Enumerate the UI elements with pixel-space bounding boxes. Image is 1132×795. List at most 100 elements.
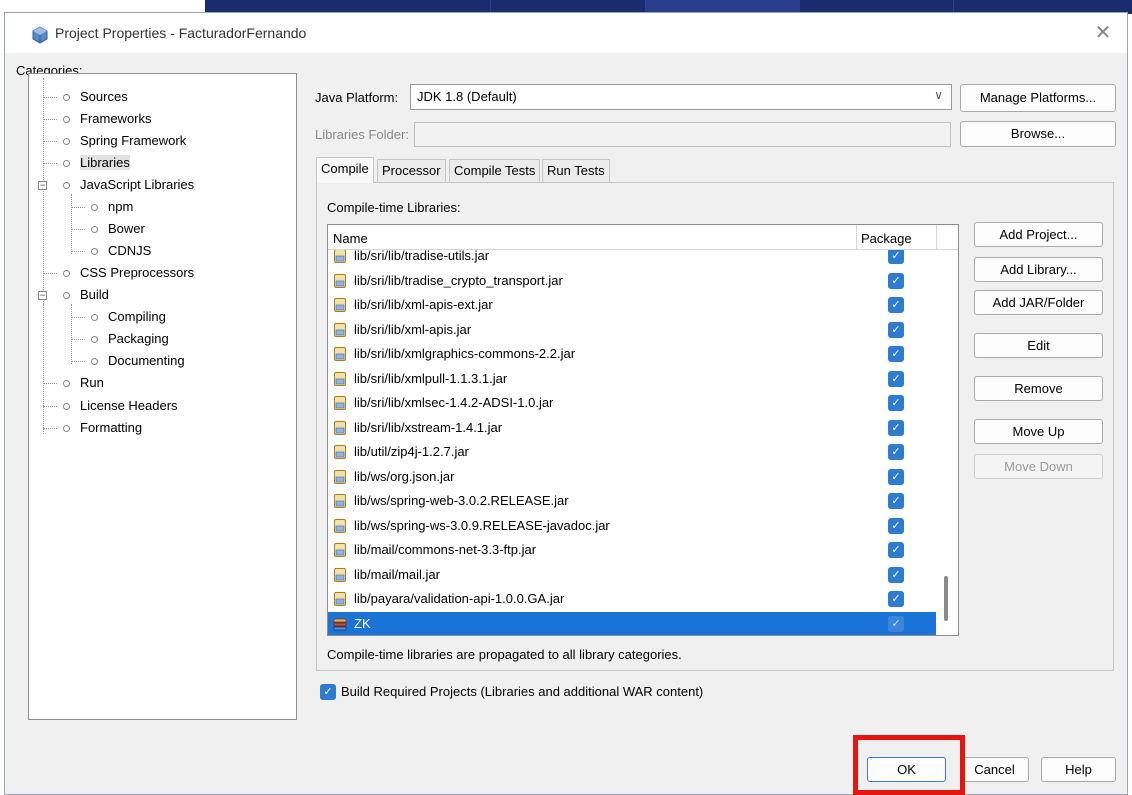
add-project-button[interactable]: Add Project... bbox=[974, 222, 1103, 247]
node-icon bbox=[63, 380, 70, 388]
table-row[interactable]: lib/sri/lib/xml-apis-ext.jar ✓ bbox=[328, 293, 936, 317]
tree-item-spring-framework[interactable]: Spring Framework bbox=[43, 131, 186, 151]
table-row[interactable]: lib/ws/spring-ws-3.0.9.RELEASE-javadoc.j… bbox=[328, 514, 936, 538]
tree-item-libraries[interactable]: Libraries bbox=[43, 153, 130, 173]
package-checkbox[interactable]: ✓ bbox=[888, 493, 904, 509]
tab-run-tests[interactable]: Run Tests bbox=[542, 159, 610, 183]
tree-item-cdnjs[interactable]: CDNJS bbox=[71, 241, 151, 261]
package-checkbox[interactable]: ✓ bbox=[888, 591, 904, 607]
add-library-button[interactable]: Add Library... bbox=[974, 257, 1103, 282]
table-row[interactable]: lib/sri/lib/xmlpull-1.1.3.1.jar ✓ bbox=[328, 367, 936, 391]
package-checkbox[interactable]: ✓ bbox=[888, 419, 904, 436]
browse-button[interactable]: Browse... bbox=[960, 121, 1116, 147]
move-up-button[interactable]: Move Up bbox=[974, 419, 1103, 444]
close-icon: ✕ bbox=[1094, 22, 1112, 44]
jar-file-icon bbox=[334, 494, 346, 508]
libraries-folder-field[interactable] bbox=[414, 122, 951, 147]
library-name: ZK bbox=[354, 615, 371, 631]
jar-file-icon bbox=[334, 518, 346, 533]
package-checkbox[interactable]: ✓ bbox=[888, 615, 904, 632]
package-checkbox[interactable]: ✓ bbox=[888, 272, 904, 289]
library-name: lib/sri/lib/xstream-1.4.1.jar bbox=[354, 419, 503, 435]
jar-file-icon bbox=[334, 396, 346, 410]
library-name: lib/mail/commons-net-3.3-ftp.jar bbox=[354, 542, 537, 557]
java-platform-value: JDK 1.8 (Default) bbox=[417, 89, 517, 104]
table-row[interactable]: lib/sri/lib/tradise_crypto_transport.jar… bbox=[328, 269, 936, 293]
tree-item-frameworks[interactable]: Frameworks bbox=[43, 109, 152, 129]
table-row[interactable]: lib/sri/lib/xmlsec-1.4.2-ADSI-1.0.jar ✓ bbox=[328, 391, 936, 415]
jar-file-icon bbox=[334, 469, 346, 484]
tree-item-javascript-libraries[interactable]: JavaScript Libraries bbox=[43, 175, 194, 195]
jar-file-icon bbox=[334, 592, 346, 606]
table-row[interactable]: lib/sri/lib/xml-apis.jar ✓ bbox=[328, 318, 936, 342]
package-checkbox[interactable]: ✓ bbox=[888, 297, 904, 313]
move-down-button[interactable]: Move Down bbox=[974, 454, 1103, 479]
chevron-down-icon: ∨ bbox=[934, 88, 943, 102]
package-checkbox[interactable]: ✓ bbox=[888, 321, 904, 338]
package-checkbox[interactable]: ✓ bbox=[888, 517, 904, 534]
package-checkbox[interactable]: ✓ bbox=[888, 444, 904, 460]
table-row[interactable]: lib/payara/validation-api-1.0.0.GA.jar ✓ bbox=[328, 587, 936, 611]
package-checkbox[interactable]: ✓ bbox=[888, 542, 904, 558]
package-checkbox[interactable]: ✓ bbox=[888, 566, 904, 583]
library-name: lib/sri/lib/xml-apis-ext.jar bbox=[354, 297, 493, 312]
package-checkbox[interactable]: ✓ bbox=[888, 395, 904, 411]
tree-item-formatting[interactable]: Formatting bbox=[43, 418, 142, 438]
table-row[interactable]: lib/mail/commons-net-3.3-ftp.jar ✓ bbox=[328, 538, 936, 562]
remove-button[interactable]: Remove bbox=[974, 376, 1103, 401]
package-checkbox[interactable]: ✓ bbox=[888, 346, 904, 362]
table-row[interactable]: lib/util/zip4j-1.2.7.jar ✓ bbox=[328, 440, 936, 464]
compile-time-libraries-label: Compile-time Libraries: bbox=[327, 200, 461, 215]
tree-item-build[interactable]: Build bbox=[43, 285, 109, 305]
manage-platforms-button[interactable]: Manage Platforms... bbox=[960, 84, 1116, 112]
jar-file-icon bbox=[334, 371, 346, 386]
tab-processor[interactable]: Processor bbox=[377, 159, 446, 183]
tree-item-documenting[interactable]: Documenting bbox=[71, 351, 185, 371]
table-row[interactable]: lib/ws/org.json.jar ✓ bbox=[328, 465, 936, 489]
node-icon bbox=[63, 270, 70, 278]
edit-button[interactable]: Edit bbox=[974, 333, 1103, 358]
add-jar-folder-button[interactable]: Add JAR/Folder bbox=[974, 290, 1103, 315]
java-platform-select[interactable]: JDK 1.8 (Default) ∨ bbox=[410, 84, 952, 110]
table-row[interactable]: lib/ws/spring-web-3.0.2.RELEASE.jar ✓ bbox=[328, 489, 936, 513]
table-row[interactable]: ZK ✓ bbox=[328, 611, 936, 635]
jar-file-icon bbox=[334, 445, 346, 459]
tree-item-compiling[interactable]: Compiling bbox=[71, 307, 166, 327]
cancel-button[interactable]: Cancel bbox=[960, 757, 1029, 782]
table-scrollbar[interactable] bbox=[944, 576, 948, 621]
library-name: lib/sri/lib/tradise_crypto_transport.jar bbox=[354, 272, 563, 288]
library-name: lib/ws/spring-web-3.0.2.RELEASE.jar bbox=[354, 493, 569, 508]
tree-item-bower[interactable]: Bower bbox=[71, 219, 145, 239]
tree-item-css-preprocessors[interactable]: CSS Preprocessors bbox=[43, 263, 194, 283]
tab-compile-tests[interactable]: Compile Tests bbox=[449, 159, 541, 183]
tree-item-sources[interactable]: Sources bbox=[43, 87, 128, 107]
propagation-note: Compile-time libraries are propagated to… bbox=[327, 647, 682, 662]
close-button[interactable]: ✕ bbox=[1089, 21, 1117, 45]
table-row[interactable]: lib/sri/lib/xstream-1.4.1.jar ✓ bbox=[328, 416, 936, 440]
tree-item-npm[interactable]: npm bbox=[71, 197, 133, 217]
libraries-table: Name Package lib/sri/lib/tradise-utils.j… bbox=[327, 224, 959, 636]
jar-file-icon bbox=[334, 543, 346, 557]
help-button[interactable]: Help bbox=[1041, 757, 1116, 782]
node-icon bbox=[63, 403, 70, 411]
library-name: lib/mail/mail.jar bbox=[354, 566, 440, 582]
package-checkbox[interactable]: ✓ bbox=[888, 248, 904, 264]
package-checkbox[interactable]: ✓ bbox=[888, 468, 904, 485]
table-row[interactable]: lib/sri/lib/xmlgraphics-commons-2.2.jar ✓ bbox=[328, 342, 936, 366]
library-name: lib/sri/lib/xmlgraphics-commons-2.2.jar bbox=[354, 346, 576, 361]
tree-item-run[interactable]: Run bbox=[43, 373, 104, 393]
package-checkbox[interactable]: ✓ bbox=[888, 370, 904, 387]
table-header: Name Package bbox=[328, 225, 958, 250]
table-row[interactable]: lib/mail/mail.jar ✓ bbox=[328, 563, 936, 587]
jar-file-icon bbox=[334, 273, 346, 288]
node-icon bbox=[91, 336, 98, 344]
build-required-checkbox[interactable]: ✓ bbox=[320, 684, 336, 700]
tree-item-license-headers[interactable]: License Headers bbox=[43, 396, 178, 416]
jar-file-icon bbox=[334, 567, 346, 582]
tree-item-packaging[interactable]: Packaging bbox=[71, 329, 169, 349]
column-header-name[interactable]: Name bbox=[333, 231, 368, 246]
node-icon bbox=[91, 226, 98, 234]
libraries-folder-label: Libraries Folder: bbox=[315, 127, 409, 142]
tab-compile[interactable]: Compile bbox=[316, 157, 374, 183]
column-header-package[interactable]: Package bbox=[861, 231, 912, 246]
